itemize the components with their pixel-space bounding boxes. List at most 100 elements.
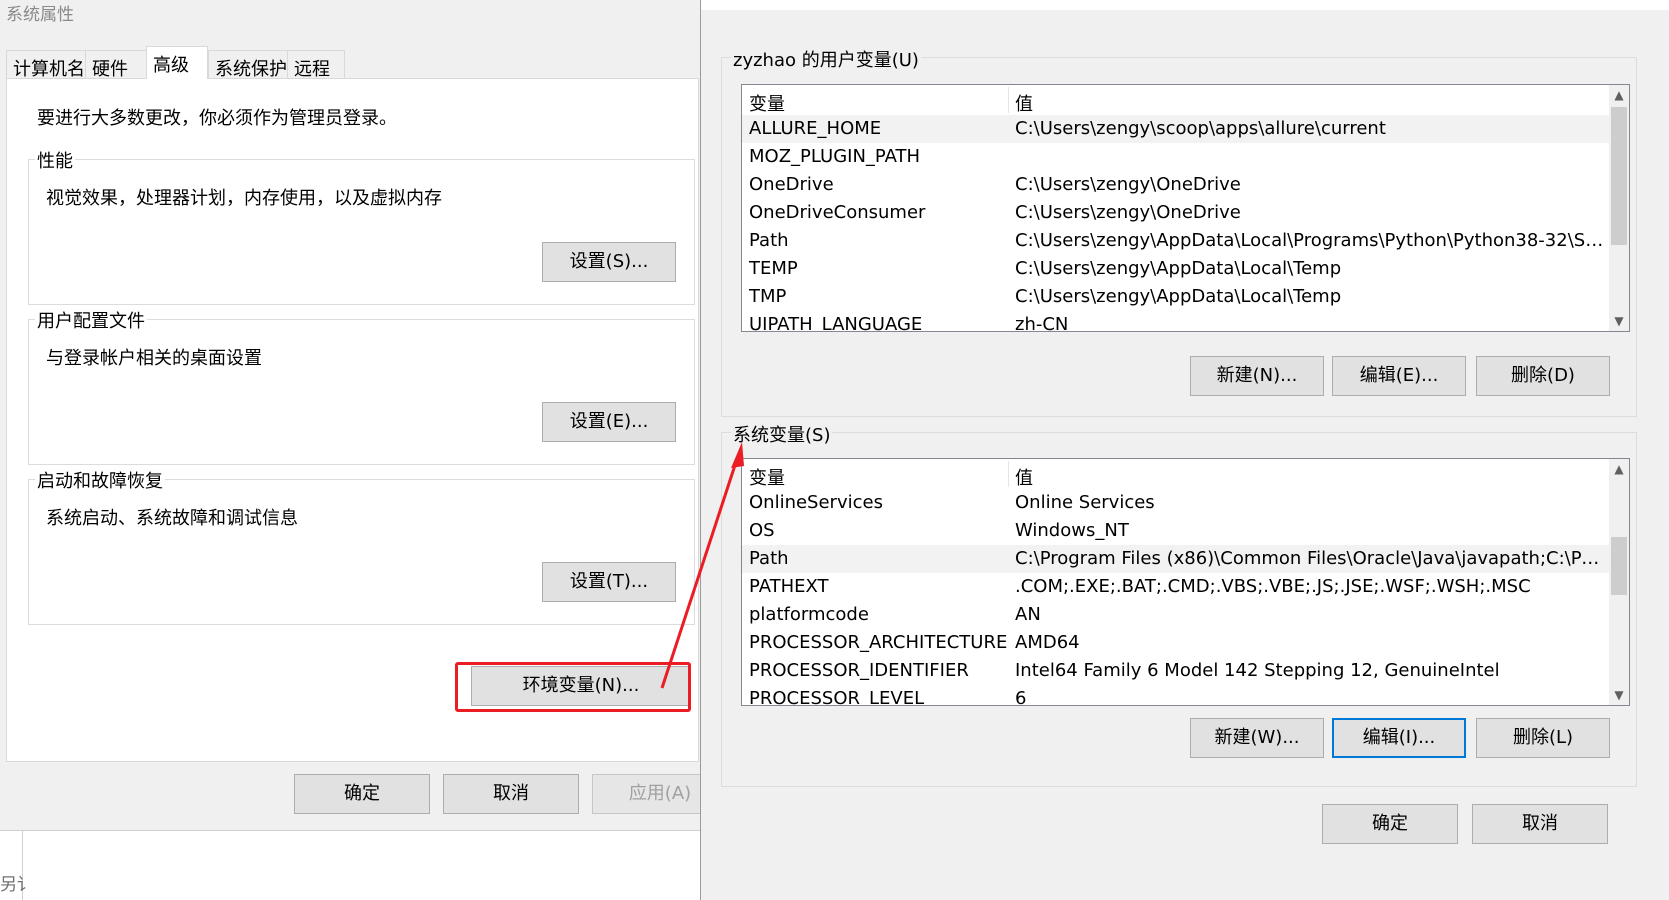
variable-value: C:\Users\zengy\OneDrive — [1015, 202, 1241, 223]
advanced-tab-panel: 要进行大多数更改，你必须作为管理员登录。 性能 视觉效果，处理器计划，内存使用，… — [6, 78, 699, 762]
variable-name: OneDrive — [749, 174, 834, 195]
table-row[interactable]: TMP C:\Users\zengy\AppData\Local\Temp — [742, 283, 1611, 311]
table-row[interactable]: PROCESSOR_LEVEL 6 — [742, 685, 1611, 706]
variable-value: Windows_NT — [1015, 520, 1129, 541]
variable-value: C:\Users\zengy\OneDrive — [1015, 174, 1241, 195]
system-edit-button[interactable]: 编辑(I)... — [1332, 718, 1466, 758]
system-variables-label: 系统变量(S) — [731, 421, 833, 447]
variable-name: OneDriveConsumer — [749, 202, 926, 223]
table-row[interactable]: TEMP C:\Users\zengy\AppData\Local\Temp — [742, 255, 1611, 283]
env-cancel-button[interactable]: 取消 — [1472, 804, 1608, 844]
system-list-scrollbar[interactable]: ▲ ▼ — [1609, 459, 1629, 705]
user-variables-list[interactable]: 变量 值 ALLURE_HOME C:\Users\zengy\scoop\app… — [741, 84, 1630, 332]
table-row[interactable]: PATHEXT .COM;.EXE;.BAT;.CMD;.VBS;.VBE;.JS… — [742, 573, 1611, 601]
system-delete-button[interactable]: 删除(L) — [1476, 718, 1610, 758]
variable-name: PATHEXT — [749, 576, 829, 597]
user-profiles-description: 与登录帐户相关的桌面设置 — [46, 348, 262, 369]
column-header-value[interactable]: 值 — [1015, 90, 1033, 116]
variable-value: zh-CN — [1015, 314, 1069, 332]
variable-name: Path — [749, 548, 789, 569]
user-profiles-group: 用户配置文件 与登录帐户相关的桌面设置 设置(E)... — [28, 307, 695, 465]
variable-value: AMD64 — [1015, 632, 1080, 653]
variable-value: C:\Users\zengy\scoop\apps\allure\current — [1015, 118, 1386, 139]
table-row[interactable]: OS Windows_NT — [742, 517, 1611, 545]
performance-settings-button[interactable]: 设置(S)... — [542, 242, 676, 282]
variable-value: 6 — [1015, 688, 1027, 706]
table-row[interactable]: PROCESSOR_IDENTIFIER Intel64 Family 6 Mod… — [742, 657, 1611, 685]
tab-system-protection[interactable]: 系统保护 — [208, 50, 288, 80]
variable-name: Path — [749, 230, 789, 251]
table-row[interactable]: Path C:\Program Files (x86)\Common Files\… — [742, 545, 1611, 573]
variable-value: C:\Users\zengy\AppData\Local\Temp — [1015, 258, 1342, 279]
variable-value: C:\Program Files (x86)\Common Files\Orac… — [1015, 548, 1605, 569]
column-header-name[interactable]: 变量 — [749, 464, 785, 490]
variable-value: C:\Users\zengy\AppData\Local\Programs\Py… — [1015, 230, 1605, 251]
variable-name: TMP — [749, 286, 787, 307]
system-variables-list[interactable]: 变量 值 OnlineServices Online Services OS Wind… — [741, 458, 1630, 706]
startup-recovery-description: 系统启动、系统故障和调试信息 — [46, 508, 298, 529]
variable-name: PROCESSOR_LEVEL — [749, 688, 925, 706]
column-divider[interactable] — [1008, 87, 1009, 113]
table-row[interactable]: OnlineServices Online Services — [742, 489, 1611, 517]
tab-advanced[interactable]: 高级 — [146, 46, 208, 79]
scroll-thumb[interactable] — [1611, 537, 1627, 595]
variable-name: OS — [749, 520, 775, 541]
performance-legend: 性能 — [35, 147, 75, 173]
system-properties-dialog: 系统属性 计算机名 硬件 高级 系统保护 远程 要进行大多数更改，你必须作为管理… — [0, 0, 728, 830]
tab-remote[interactable]: 远程 — [287, 50, 345, 80]
scroll-up-icon[interactable]: ▲ — [1609, 459, 1629, 479]
startup-recovery-legend: 启动和故障恢复 — [35, 467, 165, 493]
variable-value: C:\Users\zengy\AppData\Local\Temp — [1015, 286, 1342, 307]
env-ok-button[interactable]: 确定 — [1322, 804, 1458, 844]
list-header: 变量 值 — [742, 459, 1611, 489]
variable-name: PROCESSOR_ARCHITECTURE — [749, 632, 1008, 653]
column-divider[interactable] — [1008, 461, 1009, 487]
column-header-name[interactable]: 变量 — [749, 90, 785, 116]
scroll-thumb[interactable] — [1611, 107, 1627, 245]
variable-name: UIPATH_LANGUAGE — [749, 314, 923, 332]
startup-recovery-settings-button[interactable]: 设置(T)... — [542, 562, 676, 602]
variable-value: Online Services — [1015, 492, 1155, 513]
scroll-down-icon[interactable]: ▼ — [1609, 311, 1629, 331]
user-profiles-settings-button[interactable]: 设置(E)... — [542, 402, 676, 442]
cancel-button[interactable]: 取消 — [443, 774, 579, 814]
table-row[interactable]: OneDrive C:\Users\zengy\OneDrive — [742, 171, 1611, 199]
performance-description: 视觉效果，处理器计划，内存使用，以及虚拟内存 — [46, 188, 442, 209]
column-header-value[interactable]: 值 — [1015, 464, 1033, 490]
variable-name: TEMP — [749, 258, 798, 279]
highlight-box — [455, 662, 691, 712]
tab-computer-name[interactable]: 计算机名 — [6, 50, 86, 80]
variable-value: .COM;.EXE;.BAT;.CMD;.VBS;.VBE;.JS;.JSE;.… — [1015, 576, 1531, 597]
background-window-fragment: 另讠 — [0, 830, 700, 900]
ok-button[interactable]: 确定 — [294, 774, 430, 814]
environment-variables-dialog: zyzhao 的用户变量(U) 变量 值 ALLURE_HOME C:\Users… — [700, 0, 1669, 900]
table-row[interactable]: PROCESSOR_ARCHITECTURE AMD64 — [742, 629, 1611, 657]
variable-value: AN — [1015, 604, 1041, 625]
scroll-down-icon[interactable]: ▼ — [1609, 685, 1629, 705]
variable-name: platformcode — [749, 604, 869, 625]
user-new-button[interactable]: 新建(N)... — [1190, 356, 1324, 396]
user-list-scrollbar[interactable]: ▲ ▼ — [1609, 85, 1629, 331]
title-bar — [701, 0, 1669, 10]
table-row[interactable]: UIPATH_LANGUAGE zh-CN — [742, 311, 1611, 332]
user-profiles-legend: 用户配置文件 — [35, 307, 147, 333]
window-title: 系统属性 — [6, 5, 74, 25]
table-row[interactable]: MOZ_PLUGIN_PATH — [742, 143, 1611, 171]
variable-name: PROCESSOR_IDENTIFIER — [749, 660, 969, 681]
system-new-button[interactable]: 新建(W)... — [1190, 718, 1324, 758]
user-variables-label: zyzhao 的用户变量(U) — [731, 46, 921, 72]
startup-recovery-group: 启动和故障恢复 系统启动、系统故障和调试信息 设置(T)... — [28, 467, 695, 625]
user-delete-button[interactable]: 删除(D) — [1476, 356, 1610, 396]
divider — [0, 830, 700, 831]
fragment-text: 另讠 — [0, 875, 34, 895]
list-header: 变量 值 — [742, 85, 1611, 115]
table-row[interactable]: OneDriveConsumer C:\Users\zengy\OneDrive — [742, 199, 1611, 227]
user-edit-button[interactable]: 编辑(E)... — [1332, 356, 1466, 396]
table-row[interactable]: ALLURE_HOME C:\Users\zengy\scoop\apps\all… — [742, 115, 1611, 143]
variable-name: ALLURE_HOME — [749, 118, 882, 139]
tab-hardware[interactable]: 硬件 — [85, 50, 147, 80]
table-row[interactable]: Path C:\Users\zengy\AppData\Local\Program… — [742, 227, 1611, 255]
admin-note: 要进行大多数更改，你必须作为管理员登录。 — [37, 108, 397, 129]
scroll-up-icon[interactable]: ▲ — [1609, 85, 1629, 105]
table-row[interactable]: platformcode AN — [742, 601, 1611, 629]
